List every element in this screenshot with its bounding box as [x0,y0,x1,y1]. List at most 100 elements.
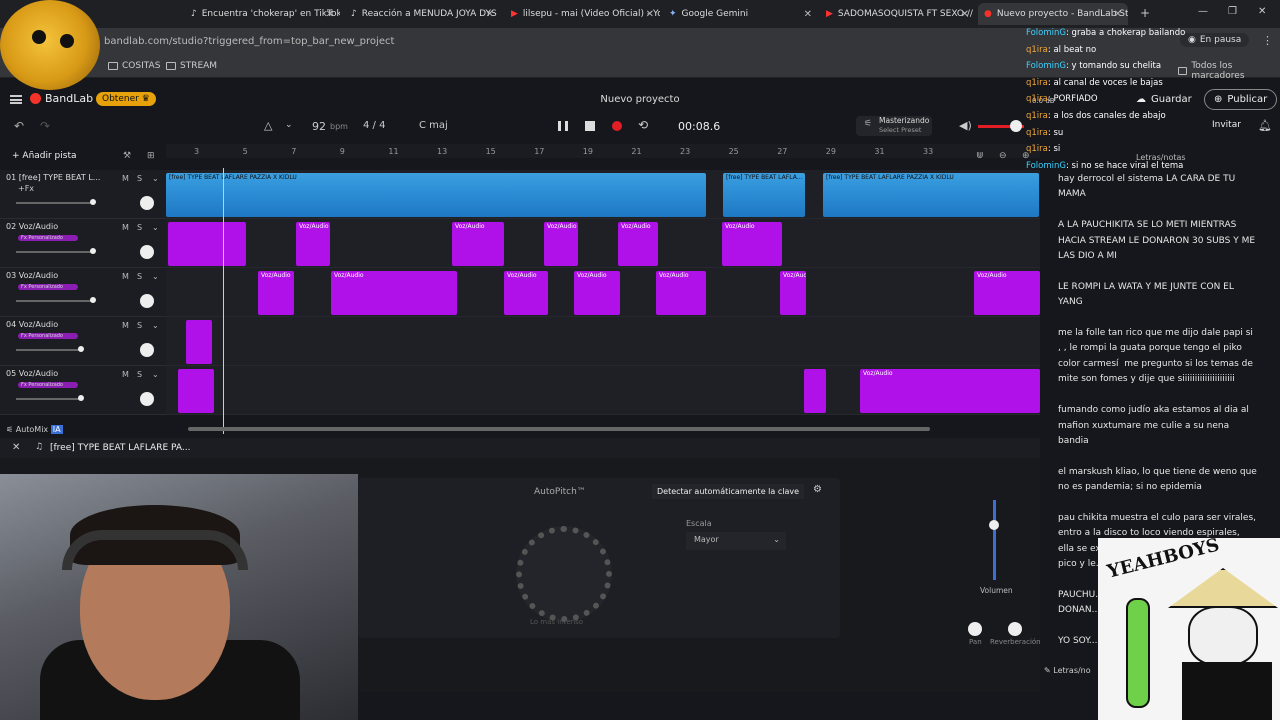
notes-footer-button[interactable]: ✎ Letras/no [1044,666,1091,675]
tab-youtube-lilsepu[interactable]: ▶ lilsepu - mai (Video Oficial) - Yo ✕ [505,3,660,25]
hamburger-menu-icon[interactable] [10,95,22,104]
track-volume-knob[interactable] [90,199,96,205]
audio-clip[interactable]: Voz/Audio [780,271,806,315]
audio-clip[interactable]: Voz/Audio [618,222,658,266]
track-lane-05[interactable]: Voz/Audio [166,366,1040,415]
chevron-down-icon[interactable]: ⌄ [152,321,159,330]
track-header-04[interactable]: 04 Voz/Audio Fx Personalizado M S ⌄ [0,317,166,366]
chevron-down-icon[interactable]: ⌄ [285,120,293,130]
fx-label[interactable]: +Fx [18,184,34,193]
loop-icon[interactable]: ⟲ [638,118,648,132]
audio-clip[interactable]: Voz/Audio [504,271,548,315]
audio-clip[interactable]: Voz/Audio [452,222,504,266]
bookmark-cositas[interactable]: COSITAS [108,61,160,71]
track-name[interactable]: 03 Voz/Audio [6,271,58,280]
automix-toggle[interactable]: ⚟ AutoMix IA [6,425,63,434]
track-volume-knob[interactable] [78,395,84,401]
audio-clip[interactable]: [free] TYPE BEAT LAFLARE PAZZIA X KIDLU [823,173,1039,217]
close-icon[interactable]: ✕ [326,9,334,20]
key-selector[interactable]: C maj [419,120,448,131]
track-name[interactable]: 04 Voz/Audio [6,320,58,329]
track-lane-03[interactable]: Voz/Audio Voz/Audio Voz/Audio Voz/Audio Voz/… [166,268,1040,317]
track-lane-04[interactable] [166,317,1040,366]
track-header-03[interactable]: 03 Voz/Audio Fx Personalizado M S ⌄ [0,268,166,317]
solo-button[interactable]: S [137,174,142,183]
add-track-button[interactable]: + Añadir pista [12,151,77,161]
timeline-scrollbar[interactable] [188,427,930,431]
volume-slider[interactable] [993,500,996,580]
audio-clip[interactable]: Voz/Audio [331,271,457,315]
track-volume-slider[interactable] [16,346,84,352]
close-icon[interactable]: ✕ [646,9,654,20]
audio-clip[interactable] [178,369,214,413]
mute-button[interactable]: M [122,272,129,281]
undo-icon[interactable]: ↶ [14,119,24,133]
bell-icon[interactable]: 🔔︎ [1258,119,1272,132]
audio-clip[interactable]: Voz/Audio [974,271,1040,315]
close-editor-icon[interactable]: ✕ [12,442,20,453]
close-icon[interactable]: ✕ [804,9,812,20]
master-volume-knob[interactable] [1010,120,1022,132]
audio-clip[interactable]: Voz/Audio [574,271,620,315]
tab-youtube-sadomasoquista[interactable]: ▶ SADOMASOQUISTA FT SEXO //✕ [820,3,975,25]
tab-gemini[interactable]: ✦ Google Gemini ✕ [663,3,818,25]
new-tab-icon[interactable]: + [1140,6,1150,20]
mute-button[interactable]: M [122,174,129,183]
track-lane-01[interactable]: [free] TYPE BEAT LAFLARE PAZZIA X KIDLU [… [166,170,1040,219]
kebab-menu-icon[interactable]: ⋮ [1262,34,1273,47]
track-header-01[interactable]: 01 [free] TYPE BEAT L... +Fx M S ⌄ [0,170,166,219]
track-pan-knob[interactable] [140,392,154,406]
volume-knob[interactable] [989,520,999,530]
close-icon[interactable]: ✕ [1114,9,1122,20]
playhead[interactable] [223,168,224,434]
tab-bandlab[interactable]: ●Nuevo proyecto - BandLab Studio✕ [978,3,1128,25]
tab-tiktok-reaction[interactable]: ♪ Reacción a MENUDA JOYA DYS ✕ [345,3,500,25]
tracks-settings-icon[interactable]: ⊞ [147,151,155,161]
snap-icon[interactable]: ⋓ [976,151,984,161]
chevron-down-icon[interactable]: ⌄ [152,174,159,183]
audio-clip[interactable]: Voz/Audio [296,222,330,266]
audio-clip[interactable]: Voz/Audio [860,369,1040,413]
settings-sliders-icon[interactable]: ⚙ [813,484,822,495]
fx-custom-tag[interactable]: Fx Personalizado [18,284,78,290]
record-button[interactable] [612,121,622,131]
wand-icon[interactable]: ⚒ [123,151,131,161]
reverb-knob[interactable] [1008,622,1022,636]
maximize-icon[interactable]: ❐ [1228,6,1237,17]
project-title[interactable]: Nuevo proyecto [580,94,700,105]
audio-clip[interactable]: Voz/Audio [258,271,294,315]
mute-button[interactable]: M [122,321,129,330]
time-signature[interactable]: 4 / 4 [363,120,385,131]
track-name[interactable]: 05 Voz/Audio [6,369,58,378]
stop-button[interactable] [585,121,595,131]
track-volume-knob[interactable] [90,297,96,303]
chevron-down-icon[interactable]: ⌄ [152,272,159,281]
track-volume-knob[interactable] [78,346,84,352]
track-pan-knob[interactable] [140,245,154,259]
track-volume-slider[interactable] [16,248,96,254]
minimize-icon[interactable]: — [1198,6,1208,17]
solo-button[interactable]: S [137,370,142,379]
mute-button[interactable]: M [122,370,129,379]
autopitch-knob[interactable] [516,526,612,622]
pan-knob[interactable] [968,622,982,636]
track-volume-knob[interactable] [90,248,96,254]
track-pan-knob[interactable] [140,294,154,308]
track-name[interactable]: 01 [free] TYPE BEAT L... [6,173,100,182]
audio-clip[interactable]: [free] TYPE BEAT LAFLA... [723,173,805,217]
solo-button[interactable]: S [137,272,142,281]
bpm-value[interactable]: 92 [312,120,326,133]
audio-clip[interactable]: Voz/Audio [544,222,578,266]
audio-clip[interactable] [186,320,212,364]
close-window-icon[interactable]: ✕ [1258,6,1266,17]
bandlab-logo[interactable]: BandLab [30,92,93,105]
obtener-button[interactable]: Obtener ♛ [96,92,156,106]
zoom-out-icon[interactable]: ⊖ [999,151,1007,161]
track-header-05[interactable]: 05 Voz/Audio Fx Personalizado M S ⌄ [0,366,166,415]
track-name[interactable]: 02 Voz/Audio [6,222,58,231]
audio-clip[interactable]: Voz/Audio [722,222,782,266]
track-volume-slider[interactable] [16,199,96,205]
track-header-02[interactable]: 02 Voz/Audio Fx Personalizado M S ⌄ [0,219,166,268]
close-icon[interactable]: ✕ [961,9,969,20]
audio-clip[interactable]: [free] TYPE BEAT LAFLARE PAZZIA X KIDLU [166,173,706,217]
